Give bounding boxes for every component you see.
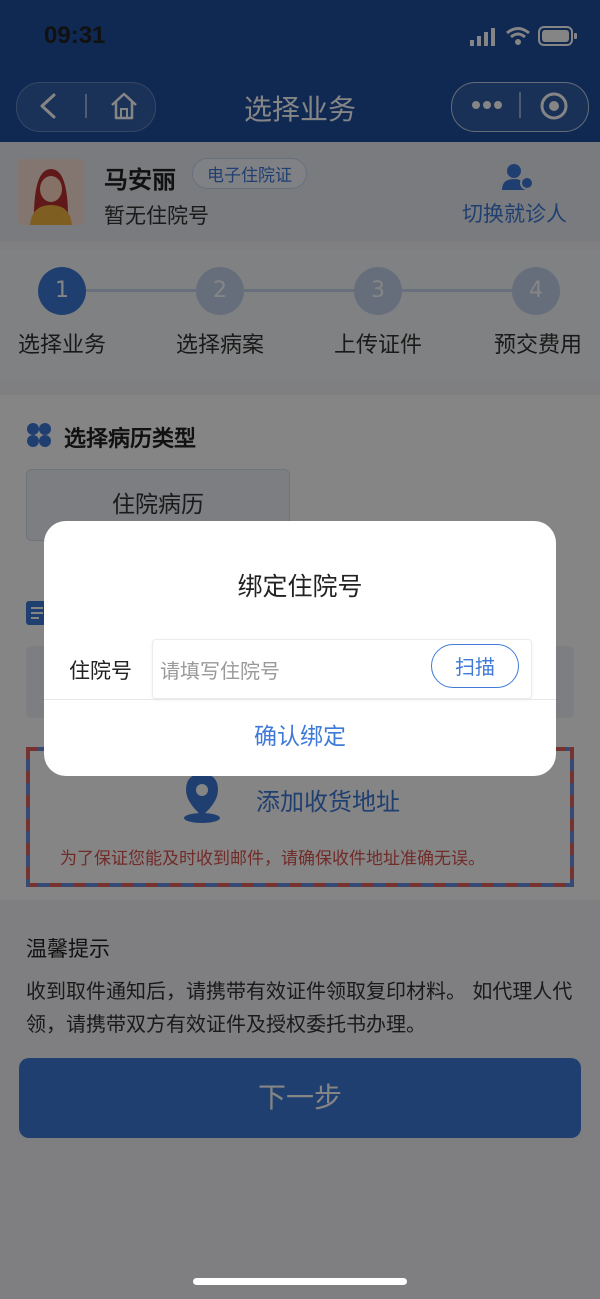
- scan-button[interactable]: 扫描: [431, 644, 519, 688]
- confirm-bind-button[interactable]: 确认绑定: [44, 699, 556, 776]
- bind-inpatient-dialog: 绑定住院号 住院号 请填写住院号 扫描 确认绑定: [44, 521, 556, 776]
- inpatient-number-placeholder: 请填写住院号: [160, 659, 280, 683]
- dialog-title: 绑定住院号: [237, 572, 363, 601]
- home-indicator: [193, 1278, 407, 1285]
- inpatient-number-label: 住院号: [69, 659, 132, 683]
